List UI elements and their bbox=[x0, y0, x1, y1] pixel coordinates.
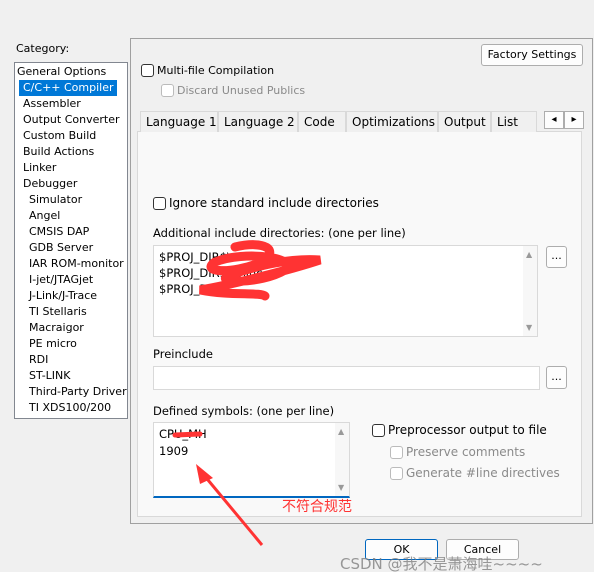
redaction-scribble bbox=[199, 240, 322, 301]
redaction-scribble bbox=[172, 431, 203, 438]
annotation-text: 不符合规范 bbox=[282, 499, 352, 515]
watermark: CSDN @我不是萧海哇~~~~ bbox=[340, 555, 543, 573]
arrow-line bbox=[201, 473, 264, 546]
